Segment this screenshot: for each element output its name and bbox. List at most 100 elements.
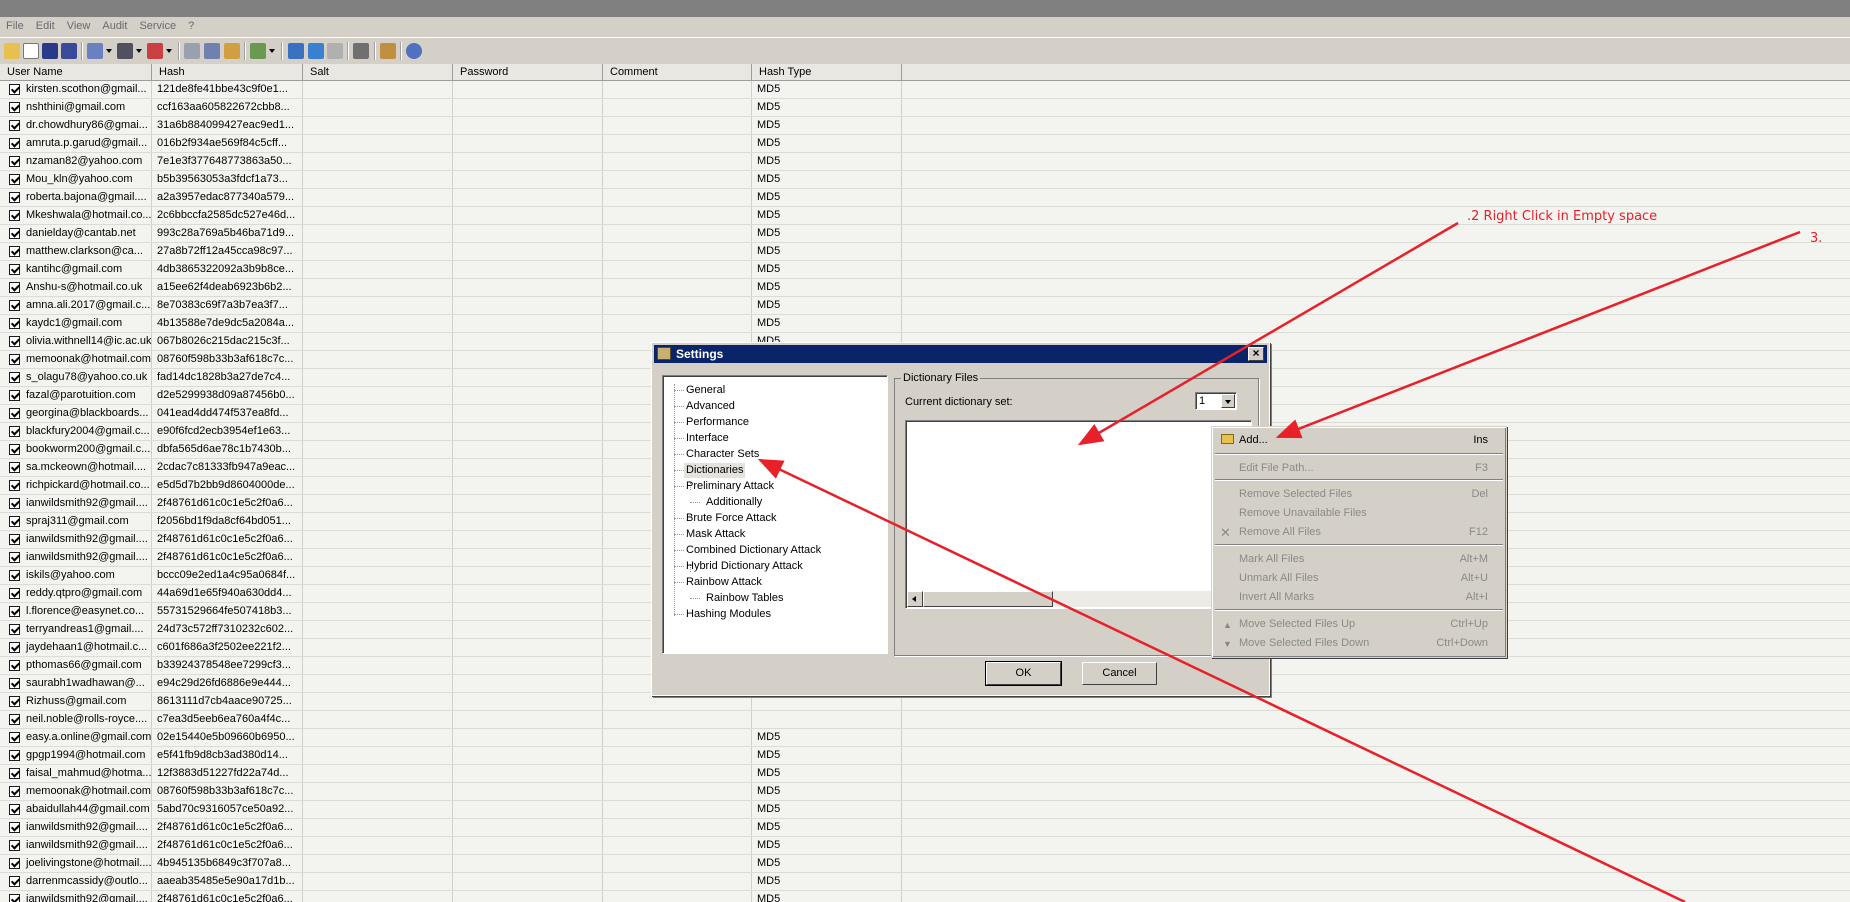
- cell-password[interactable]: [453, 621, 603, 638]
- cell-salt[interactable]: [303, 747, 453, 764]
- cell-hash[interactable]: 2f48761d61c0c1e5c2f0a6...: [152, 495, 303, 512]
- row-checkbox[interactable]: [9, 210, 20, 221]
- table-row[interactable]: gpgp1994@hotmail.com e5f41fb9d8cb3ad380d1…: [0, 747, 1850, 765]
- menu-item-mark-all-files[interactable]: Mark All Files Alt+M: [1215, 550, 1503, 568]
- row-checkbox[interactable]: [9, 750, 20, 761]
- cell-password[interactable]: [453, 351, 603, 368]
- cell-hash[interactable]: 12f3883d51227fd22a74d...: [152, 765, 303, 782]
- row-checkbox[interactable]: [9, 624, 20, 635]
- menu-service[interactable]: Service: [133, 17, 182, 32]
- scroll-thumb[interactable]: [923, 591, 1053, 607]
- cell-hash-type[interactable]: MD5: [752, 117, 902, 134]
- menu-view[interactable]: View: [61, 17, 97, 32]
- cell-hash[interactable]: 08760f598b33b3af618c7c...: [152, 783, 303, 800]
- cell-salt[interactable]: [303, 351, 453, 368]
- table-row[interactable]: ianwildsmith92@gmail.... 2f48761d61c0c1e5…: [0, 891, 1850, 902]
- cell-hash-type[interactable]: MD5: [752, 783, 902, 800]
- cell-salt[interactable]: [303, 405, 453, 422]
- cell-password[interactable]: [453, 171, 603, 188]
- cell-password[interactable]: [453, 441, 603, 458]
- cell-user-name[interactable]: saurabh1wadhawan@...: [22, 675, 152, 692]
- table-row[interactable]: amruta.p.garud@gmail... 016b2f934ae569f84…: [0, 135, 1850, 153]
- tools-icon[interactable]: [250, 43, 266, 59]
- table-row[interactable]: kaydc1@gmail.com 4b13588e7de9dc5a2084a...…: [0, 315, 1850, 333]
- cell-hash-type[interactable]: MD5: [752, 297, 902, 314]
- cell-hash[interactable]: 2c6bbccfa2585dc527e46d...: [152, 207, 303, 224]
- cell-hash-type[interactable]: MD5: [752, 315, 902, 332]
- cell-password[interactable]: [453, 873, 603, 890]
- cell-comment[interactable]: [603, 855, 752, 872]
- cell-user-name[interactable]: roberta.bajona@gmail....: [22, 189, 152, 206]
- save-as-icon[interactable]: [61, 43, 77, 59]
- table-row[interactable]: kirsten.scothon@gmail... 121de8fe41bbe43c…: [0, 81, 1850, 99]
- cell-hash-type[interactable]: MD5: [752, 729, 902, 746]
- cell-user-name[interactable]: faisal_mahmud@hotma...: [22, 765, 152, 782]
- cell-hash-type[interactable]: MD5: [752, 207, 902, 224]
- menu-item-remove-all-files[interactable]: ✕ Remove All Files F12: [1215, 523, 1503, 541]
- cell-password[interactable]: [453, 189, 603, 206]
- cell-user-name[interactable]: gpgp1994@hotmail.com: [22, 747, 152, 764]
- cell-hash-type[interactable]: MD5: [752, 243, 902, 260]
- table-row[interactable]: darrenmcassidy@outlo... aaeab35485e5e90a1…: [0, 873, 1850, 891]
- cell-hash[interactable]: 7e1e3f377648773863a50...: [152, 153, 303, 170]
- cell-salt[interactable]: [303, 171, 453, 188]
- table-row[interactable]: danielday@cantab.net 993c28a769a5b46ba71d…: [0, 225, 1850, 243]
- cell-comment[interactable]: [603, 117, 752, 134]
- cell-salt[interactable]: [303, 135, 453, 152]
- cell-hash-type[interactable]: MD5: [752, 891, 902, 902]
- cell-hash[interactable]: ccf163aa605822672cbb8...: [152, 99, 303, 116]
- row-checkbox[interactable]: [9, 390, 20, 401]
- row-checkbox[interactable]: [9, 570, 20, 581]
- table-row[interactable]: easy.a.online@gmail.com 02e15440e5b09660b…: [0, 729, 1850, 747]
- cell-comment[interactable]: [603, 135, 752, 152]
- row-checkbox[interactable]: [9, 282, 20, 293]
- cell-hash[interactable]: 2f48761d61c0c1e5c2f0a6...: [152, 531, 303, 548]
- cell-password[interactable]: [453, 135, 603, 152]
- cell-salt[interactable]: [303, 657, 453, 674]
- step-icon[interactable]: [308, 43, 324, 59]
- cell-salt[interactable]: [303, 315, 453, 332]
- new-icon[interactable]: [23, 43, 39, 59]
- tree-item-general[interactable]: General: [684, 383, 727, 398]
- cell-comment[interactable]: [603, 315, 752, 332]
- cell-comment[interactable]: [603, 81, 752, 98]
- cell-hash-type[interactable]: MD5: [752, 747, 902, 764]
- cell-user-name[interactable]: kaydc1@gmail.com: [22, 315, 152, 332]
- cell-password[interactable]: [453, 783, 603, 800]
- cell-salt[interactable]: [303, 819, 453, 836]
- cell-user-name[interactable]: nzaman82@yahoo.com: [22, 153, 152, 170]
- start-icon[interactable]: [288, 43, 304, 59]
- cell-password[interactable]: [453, 837, 603, 854]
- cell-user-name[interactable]: kantihc@gmail.com: [22, 261, 152, 278]
- export-icon[interactable]: [224, 43, 240, 59]
- cell-hash-type[interactable]: MD5: [752, 81, 902, 98]
- row-checkbox[interactable]: [9, 642, 20, 653]
- cell-hash[interactable]: 02e15440e5b09660b6950...: [152, 729, 303, 746]
- cell-hash[interactable]: 5abd70c9316057ce50a92...: [152, 801, 303, 818]
- cell-hash[interactable]: 24d73c572ff7310232c602...: [152, 621, 303, 638]
- cell-comment[interactable]: [603, 243, 752, 260]
- cell-user-name[interactable]: memoonak@hotmail.com: [22, 783, 152, 800]
- cell-user-name[interactable]: bookworm200@gmail.c...: [22, 441, 152, 458]
- cell-salt[interactable]: [303, 549, 453, 566]
- cell-hash-type[interactable]: MD5: [752, 819, 902, 836]
- cell-hash[interactable]: 4b945135b6849c3f707a8...: [152, 855, 303, 872]
- cell-user-name[interactable]: reddy.qtpro@gmail.com: [22, 585, 152, 602]
- cell-hash-type[interactable]: MD5: [752, 153, 902, 170]
- cell-salt[interactable]: [303, 513, 453, 530]
- cell-user-name[interactable]: Mou_kln@yahoo.com: [22, 171, 152, 188]
- cell-password[interactable]: [453, 243, 603, 260]
- cell-password[interactable]: [453, 405, 603, 422]
- cell-hash[interactable]: bccc09e2ed1a4c95a0684f...: [152, 567, 303, 584]
- help-icon[interactable]: [406, 43, 422, 59]
- cell-password[interactable]: [453, 423, 603, 440]
- cell-salt[interactable]: [303, 153, 453, 170]
- cell-salt[interactable]: [303, 891, 453, 902]
- cell-hash[interactable]: 4db3865322092a3b9b8ce...: [152, 261, 303, 278]
- col-hash-type[interactable]: Hash Type: [752, 64, 902, 80]
- row-checkbox[interactable]: [9, 192, 20, 203]
- copy-icon[interactable]: [87, 43, 103, 59]
- menu-item-move-selected-files-down[interactable]: ▼ Move Selected Files Down Ctrl+Down: [1215, 634, 1503, 652]
- cell-salt[interactable]: [303, 225, 453, 242]
- cell-hash-type[interactable]: MD5: [752, 135, 902, 152]
